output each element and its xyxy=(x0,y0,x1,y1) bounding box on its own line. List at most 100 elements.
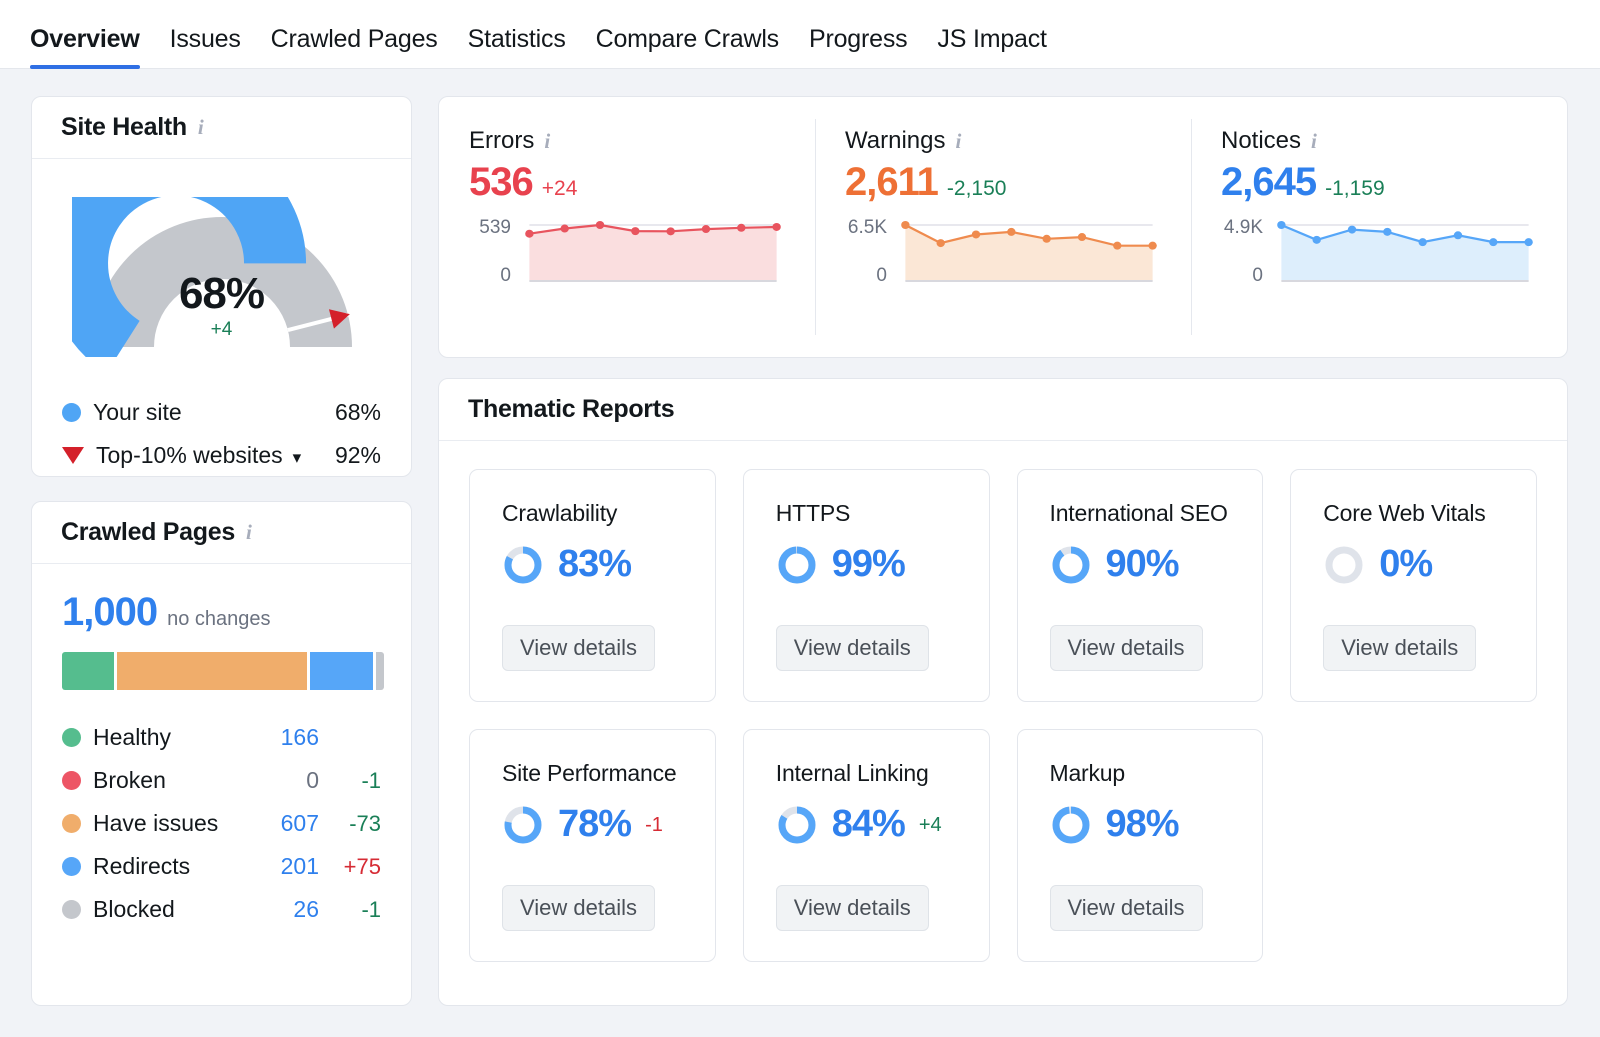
metric-notices: Notices i 2,645 -1,159 4.9K 0 xyxy=(1191,97,1567,357)
thematic-card-https[interactable]: HTTPS 99% View details xyxy=(742,469,990,702)
axis-tick-bottom: 0 xyxy=(500,265,511,286)
metric-sparkline: 539 0 xyxy=(469,217,785,287)
tab-statistics[interactable]: Statistics xyxy=(468,27,566,68)
crawled-pages-total-note: no changes xyxy=(167,608,271,630)
info-icon[interactable]: i xyxy=(198,117,204,138)
sparkline-point xyxy=(560,224,569,233)
thematic-card-percent: 0% xyxy=(1379,543,1433,585)
view-details-button[interactable]: View details xyxy=(1323,625,1477,671)
metric-value[interactable]: 2,645 xyxy=(1221,160,1317,205)
view-details-button[interactable]: View details xyxy=(1049,885,1203,931)
thematic-card-title: Site Performance xyxy=(502,760,677,786)
thematic-card-core-web-vitals[interactable]: Core Web Vitals 0% View details xyxy=(1290,469,1537,702)
crawled-pages-row[interactable]: Have issues 607 -73 xyxy=(62,802,381,845)
view-details-button[interactable]: View details xyxy=(502,885,655,931)
site-health-legend-row: Your site 68% xyxy=(62,391,381,434)
view-details-button[interactable]: View details xyxy=(775,885,929,931)
legend-label: Your site xyxy=(93,399,182,425)
metric-sparkline: 4.9K 0 xyxy=(1221,217,1537,287)
thematic-card-crawlability[interactable]: Crawlability 83% View details xyxy=(469,469,716,702)
info-icon[interactable]: i xyxy=(1311,130,1317,152)
tab-crawled-pages[interactable]: Crawled Pages xyxy=(271,27,438,68)
sparkline-point xyxy=(1453,231,1463,240)
axis-tick-top: 539 xyxy=(479,217,511,238)
thematic-card-international-seo[interactable]: International SEO 90% View details xyxy=(1016,469,1264,702)
info-icon[interactable]: i xyxy=(544,130,550,152)
metric-warnings: Warnings i 2,611 -2,150 6.5K 0 xyxy=(815,97,1191,357)
thematic-card-delta: -1 xyxy=(645,814,663,836)
crawled-pages-row-count[interactable]: 607 xyxy=(245,810,319,837)
tab-js-impact[interactable]: JS Impact xyxy=(937,27,1047,68)
crawled-pages-row-count[interactable]: 166 xyxy=(245,724,319,751)
metric-value[interactable]: 2,611 xyxy=(845,160,939,205)
sparkline-svg xyxy=(901,221,1157,282)
sparkline-point xyxy=(1148,241,1157,250)
thematic-card-percent: 98% xyxy=(1105,803,1180,845)
sparkline-point xyxy=(525,229,534,238)
crawled-pages-row[interactable]: Blocked 26 -1 xyxy=(62,888,381,931)
crawled-pages-total-value: 1,000 xyxy=(62,590,158,634)
view-details-button[interactable]: View details xyxy=(502,625,655,671)
thematic-reports-header: Thematic Reports xyxy=(439,379,1567,441)
crawled-pages-header: Crawled Pages i xyxy=(32,502,411,564)
crawled-pages-title: Crawled Pages xyxy=(61,518,235,546)
donut-progress-icon xyxy=(1052,546,1089,583)
sparkline-point xyxy=(1007,227,1016,236)
thematic-card-score-row: 84% +4 xyxy=(776,803,989,846)
crawled-pages-row-count[interactable]: 201 xyxy=(245,853,319,880)
tab-progress[interactable]: Progress xyxy=(809,27,908,68)
site-health-legend-row[interactable]: Top-10% websites ▾ 92% xyxy=(62,434,381,477)
status-dot-icon xyxy=(62,728,81,747)
crawled-pages-row[interactable]: Broken 0 -1 xyxy=(62,759,381,802)
crawled-pages-row-label: Healthy xyxy=(93,724,171,750)
info-icon[interactable]: i xyxy=(955,130,961,152)
metric-sparkline: 6.5K 0 xyxy=(845,217,1161,287)
thematic-card-delta: +4 xyxy=(918,814,942,836)
crawled-pages-breakdown-list: Healthy 166 Broken 0 -1 Have issues 607 -73 Redi… xyxy=(62,716,381,931)
metric-label: Warnings xyxy=(845,127,946,154)
tab-compare-crawls[interactable]: Compare Crawls xyxy=(596,27,780,68)
thematic-card-title: Crawlability xyxy=(502,500,618,526)
site-health-header: Site Health i xyxy=(32,97,411,159)
axis-tick-bottom: 0 xyxy=(1252,265,1263,286)
crawled-pages-stacked-bar xyxy=(62,652,384,690)
sparkline-point xyxy=(1113,241,1122,250)
axis-tick-bottom: 0 xyxy=(876,265,887,286)
metric-delta: -1,159 xyxy=(1325,177,1385,200)
metric-header: Notices i xyxy=(1221,127,1537,155)
tab-overview[interactable]: Overview xyxy=(30,27,140,69)
crawled-pages-row[interactable]: Redirects 201 +75 xyxy=(62,845,381,888)
view-details-button[interactable]: View details xyxy=(1049,625,1203,671)
crawled-pages-row-count: 0 xyxy=(306,767,319,793)
site-health-score: 68% xyxy=(178,269,265,318)
sparkline-point xyxy=(737,223,746,232)
crawled-pages-bar-segment xyxy=(375,652,384,690)
metric-delta: +24 xyxy=(541,177,578,200)
metric-value[interactable]: 536 xyxy=(469,160,534,205)
thematic-card-percent: 99% xyxy=(831,543,906,585)
sparkline-point xyxy=(772,222,781,231)
sparkline-point xyxy=(1277,221,1286,229)
crawled-pages-bar-segment xyxy=(309,652,373,690)
sparkline-point xyxy=(1524,238,1533,247)
thematic-card-percent: 83% xyxy=(558,543,632,585)
thematic-card-percent: 90% xyxy=(1105,543,1180,585)
thematic-card-internal-linking[interactable]: Internal Linking 84% +4 View details xyxy=(742,729,990,962)
thematic-card-score-row: 98% xyxy=(1050,803,1263,846)
view-details-button[interactable]: View details xyxy=(775,625,929,671)
site-health-gauge: 68% +4 xyxy=(45,133,372,374)
thematic-card-markup[interactable]: Markup 98% View details xyxy=(1016,729,1264,962)
crawled-pages-body: 1,000 no changes Healthy 166 Broken 0 -1 Have… xyxy=(32,564,411,931)
metric-label: Errors xyxy=(469,127,535,154)
sparkline-point xyxy=(1418,238,1427,247)
info-icon[interactable]: i xyxy=(246,522,252,543)
sparkline-point xyxy=(901,221,910,229)
sparkline-point xyxy=(595,221,605,229)
crawled-pages-bar-segment xyxy=(116,652,307,690)
crawled-pages-row[interactable]: Healthy 166 xyxy=(62,716,381,759)
crawled-pages-row-count[interactable]: 26 xyxy=(245,896,319,923)
tab-issues[interactable]: Issues xyxy=(170,27,241,68)
thematic-card-site-performance[interactable]: Site Performance 78% -1 View details xyxy=(469,729,716,962)
thematic-grid-empty-slot xyxy=(1290,729,1537,962)
chevron-down-icon[interactable]: ▾ xyxy=(293,448,302,467)
